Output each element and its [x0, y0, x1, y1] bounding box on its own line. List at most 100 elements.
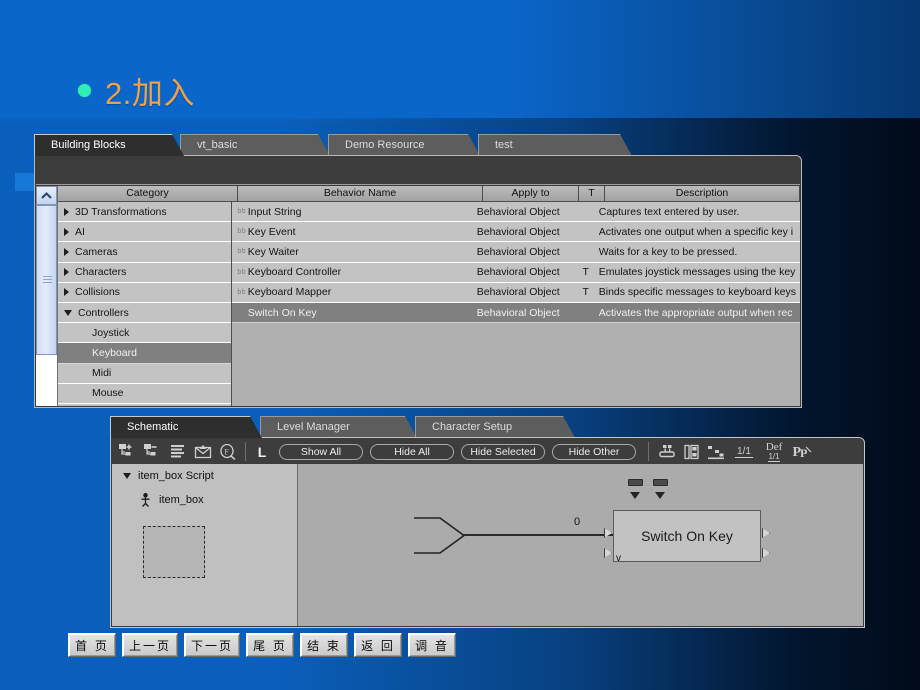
behavior-description: Activates the appropriate output when re…	[598, 306, 793, 319]
category-row-controllers[interactable]: Controllers	[58, 302, 231, 324]
script-placeholder-box[interactable]	[143, 526, 205, 578]
tab-label: Character Setup	[432, 421, 513, 433]
chevron-up-icon	[41, 191, 52, 199]
find-f-icon[interactable]: F	[215, 441, 240, 463]
behavior-name: Key Event	[247, 225, 296, 238]
input-port-icon[interactable]	[604, 548, 612, 558]
tree-root-row[interactable]: item_box Script	[112, 464, 297, 482]
column-header-description[interactable]: Description	[605, 186, 800, 201]
remove-script-icon[interactable]	[140, 441, 165, 463]
person-icon	[139, 492, 152, 507]
hide-selected-button[interactable]: Hide Selected	[461, 443, 545, 460]
category-label: Cameras	[75, 245, 118, 258]
chevron-right-icon	[64, 288, 69, 297]
svg-text:P: P	[800, 446, 807, 460]
behavior-t: T	[582, 266, 589, 279]
layout-icon[interactable]	[679, 441, 704, 463]
tab-level-manager[interactable]: Level Manager	[260, 416, 417, 438]
list-icon[interactable]	[165, 441, 190, 463]
hierarchy-icon[interactable]	[704, 441, 729, 463]
column-header-category[interactable]: Category	[58, 186, 238, 201]
category-row-cameras[interactable]: Cameras	[58, 242, 231, 263]
toolbar-separator	[245, 442, 246, 461]
pp-icon[interactable]: P P	[789, 441, 817, 463]
category-row-collisions[interactable]: Collisions	[58, 282, 231, 303]
output-port-icon[interactable]	[762, 548, 770, 558]
behavior-description: Captures text entered by user.	[598, 205, 740, 218]
building-blocks-scrollbar[interactable]	[36, 186, 58, 406]
mail-icon[interactable]	[190, 441, 215, 463]
scroll-up-arrow-icon[interactable]	[36, 186, 57, 205]
column-header-apply-to[interactable]: Apply to	[483, 186, 579, 201]
nav-back-button[interactable]: 返 回	[354, 633, 403, 657]
tab-building-blocks[interactable]: Building Blocks	[34, 134, 184, 156]
group-icon[interactable]	[654, 441, 679, 463]
behavior-name: Input String	[247, 205, 302, 218]
table-row[interactable]: bb Keyboard Controller Behavioral Object…	[231, 262, 800, 283]
nav-last-page-button[interactable]: 尾 页	[246, 633, 295, 657]
bullet-icon	[78, 84, 91, 97]
table-row[interactable]: bb Keyboard Mapper Behavioral Object T B…	[231, 282, 800, 303]
nav-end-button[interactable]: 结 束	[300, 633, 349, 657]
tab-vt-basic[interactable]: vt_basic	[180, 134, 330, 156]
tab-demo-resource[interactable]: Demo Resource	[328, 134, 480, 156]
building-blocks-tabstrip: Building Blocks vt_basic Demo Resource t…	[34, 134, 802, 156]
source-connector-shape	[414, 516, 466, 556]
hide-all-button[interactable]: Hide All	[370, 443, 454, 460]
connection-wire	[462, 534, 614, 536]
show-all-button[interactable]: Show All	[279, 443, 363, 460]
tree-child-row[interactable]: item_box	[112, 482, 297, 507]
chevron-right-icon	[64, 207, 69, 216]
tab-label: test	[495, 139, 513, 151]
tab-test[interactable]: test	[478, 134, 632, 156]
behavior-block-icon: bb	[237, 288, 247, 296]
table-row[interactable]: bb Input String Behavioral Object Captur…	[231, 202, 800, 223]
nav-tune-button[interactable]: 调 音	[408, 633, 457, 657]
behavior-block-icon: bb	[237, 309, 247, 317]
table-header-row: Category Behavior Name Apply to T Descri…	[58, 186, 800, 202]
input-port-icon[interactable]	[604, 528, 612, 538]
nav-next-page-button[interactable]: 下一页	[184, 633, 241, 657]
category-label: Mouse	[92, 387, 124, 400]
parameter-pin-icon[interactable]	[628, 479, 643, 486]
tab-character-setup[interactable]: Character Setup	[415, 416, 575, 438]
behavior-description: Emulates joystick messages using the key	[598, 266, 796, 279]
schematic-canvas[interactable]: 0 Switch On Key v	[298, 464, 863, 626]
table-row[interactable]: bb Key Waiter Behavioral Object Waits fo…	[231, 242, 800, 263]
layer-button[interactable]: L	[251, 441, 273, 463]
category-row-ai[interactable]: AI	[58, 222, 231, 243]
tree-child-label: item_box	[159, 494, 204, 506]
category-row-midi[interactable]: Midi	[58, 363, 231, 384]
schematic-toolbar: F L Show All Hide All Hide Selected Hide…	[112, 439, 863, 464]
behavior-name: Key Waiter	[247, 245, 299, 258]
building-blocks-table: Category Behavior Name Apply to T Descri…	[58, 186, 800, 406]
zoom-ratio-button[interactable]: 1/1	[729, 441, 759, 463]
category-row-3d-transformations[interactable]: 3D Transformations	[58, 202, 231, 223]
behavior-apply-to: Behavioral Object	[476, 225, 560, 238]
add-script-icon[interactable]	[115, 441, 140, 463]
behavior-name: Keyboard Mapper	[247, 286, 332, 299]
table-body: 3D Transformations AI Cameras Characters	[58, 202, 800, 406]
column-header-t[interactable]: T	[579, 186, 605, 201]
nav-prev-page-button[interactable]: 上一页	[122, 633, 179, 657]
schematic-body: F L Show All Hide All Hide Selected Hide…	[110, 437, 865, 628]
default-label: Def	[765, 440, 783, 453]
category-label: Joystick	[92, 326, 130, 339]
category-row-keyboard[interactable]: Keyboard	[58, 343, 231, 364]
behavior-block-icon: bb	[237, 248, 247, 256]
category-row-mouse[interactable]: Mouse	[58, 383, 231, 404]
output-port-icon[interactable]	[762, 528, 770, 538]
table-row-selected[interactable]: bb Switch On Key Behavioral Object Activ…	[231, 302, 800, 324]
tab-schematic[interactable]: Schematic	[110, 416, 262, 438]
default-zoom-button[interactable]: Def 1/1	[759, 441, 789, 463]
behavior-node[interactable]: Switch On Key	[613, 510, 761, 562]
nav-first-page-button[interactable]: 首 页	[68, 633, 116, 657]
behavior-block-icon: bb	[237, 228, 247, 236]
hide-other-button[interactable]: Hide Other	[552, 443, 636, 460]
table-row[interactable]: bb Key Event Behavioral Object Activates…	[231, 222, 800, 243]
category-row-joystick[interactable]: Joystick	[58, 323, 231, 344]
column-header-behavior-name[interactable]: Behavior Name	[238, 186, 483, 201]
parameter-pin-icon[interactable]	[653, 479, 668, 486]
scrollbar-thumb[interactable]	[36, 205, 57, 355]
category-row-characters[interactable]: Characters	[58, 262, 231, 283]
